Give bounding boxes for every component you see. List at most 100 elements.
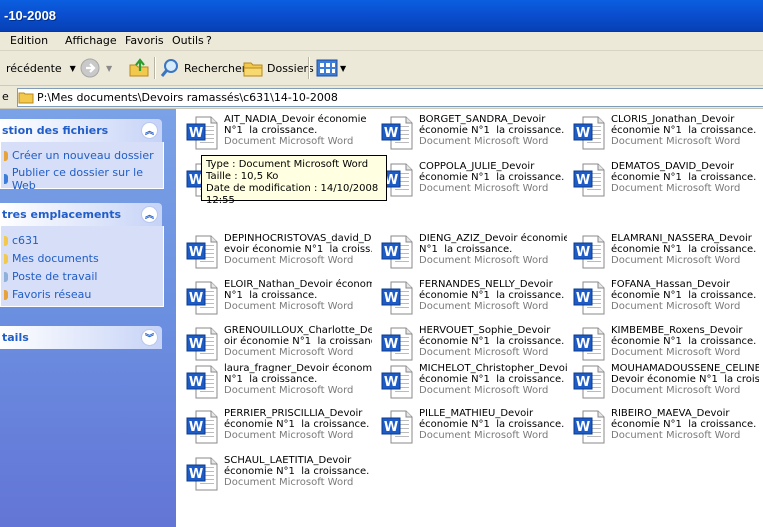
search-button[interactable]: Rechercher xyxy=(160,51,246,85)
network-icon xyxy=(4,289,8,300)
folders-icon xyxy=(243,62,263,77)
file-type: Document Microsoft Word xyxy=(419,347,549,358)
panel-header-details[interactable]: tails ︾ xyxy=(0,326,162,349)
file-item[interactable]: W BORGET_SANDRA_Devoir économie N°1 la cro… xyxy=(371,114,564,158)
back-button[interactable]: récédente ▼ xyxy=(6,51,76,85)
panel-title: stion des fichiers xyxy=(2,124,109,137)
file-type: Document Microsoft Word xyxy=(611,136,741,147)
file-name-line1: HERVOUET_Sophie_Devoir xyxy=(419,325,551,336)
file-item[interactable]: W ELAMRANI_NASSERA_Devoir économie N°1 la … xyxy=(563,233,756,277)
file-item[interactable]: Wlaura_fragner_Devoir économie N°1 la cro… xyxy=(176,363,372,407)
views-dropdown-icon[interactable]: ▼ xyxy=(340,64,346,73)
panel-header-file-tasks[interactable]: stion des fichiers ︽ xyxy=(0,119,162,142)
back-dropdown-icon[interactable]: ▼ xyxy=(70,64,76,73)
file-item[interactable]: W RIBEIRO_MAEVA_Devoir économie N°1 la cro… xyxy=(563,408,756,452)
collapse-chevron-icon[interactable]: ︽ xyxy=(141,206,158,223)
svg-text:W: W xyxy=(189,245,203,260)
file-item[interactable]: W FOFANA_Hassan_Devoir économie N°1 la cro… xyxy=(563,279,756,323)
file-type: Document Microsoft Word xyxy=(224,301,354,312)
tooltip-type: Type : Document Microsoft Word xyxy=(206,159,369,170)
file-name-line2: économie N°1 la croissance. xyxy=(611,336,757,347)
file-tooltip: Type : Document Microsoft Word Taille : … xyxy=(201,155,387,206)
file-item[interactable]: W AIT_NADIA_Devoir économie N°1 la croissa… xyxy=(176,114,367,158)
menu-outils[interactable]: Outils xyxy=(172,34,204,47)
folders-button[interactable]: Dossiers xyxy=(242,51,314,85)
word-document-icon: W xyxy=(186,327,218,361)
link-label: Favoris réseau xyxy=(12,288,92,301)
svg-text:W: W xyxy=(189,420,203,435)
file-item[interactable]: W PILLE_MATHIEU_Devoir économie N°1 la cro… xyxy=(371,408,564,452)
address-field[interactable]: P:\Mes documents\Devoirs ramassés\c631\1… xyxy=(17,88,763,107)
address-bar: e P:\Mes documents\Devoirs ramassés\c631… xyxy=(0,86,763,109)
file-type: Document Microsoft Word xyxy=(419,385,549,396)
file-item[interactable]: W DIENG_AZIZ_Devoir économie N°1 la croiss… xyxy=(371,233,567,277)
file-name-line1: PILLE_MATHIEU_Devoir xyxy=(419,408,534,419)
file-item[interactable]: W PERRIER_PRISCILLIA_Devoir économie N°1 l… xyxy=(176,408,369,452)
file-name-line2: économie N°1 la croissance. xyxy=(611,290,757,301)
file-name-line1: CLORIS_Jonathan_Devoir xyxy=(611,114,735,125)
file-item[interactable]: W MICHELOT_Christopher_Devoir économie N°1… xyxy=(371,363,567,407)
place-c631-link[interactable]: c631 xyxy=(4,234,39,247)
folder-icon xyxy=(18,92,34,104)
tooltip-size: Taille : 10,5 Ko xyxy=(206,171,279,182)
panel-header-other-places[interactable]: tres emplacements ︽ xyxy=(0,203,162,226)
title-bar[interactable]: -10-2008 xyxy=(0,0,763,32)
file-name-line1: FOFANA_Hassan_Devoir xyxy=(611,279,730,290)
file-name-line2: N°1 la croissance. xyxy=(224,374,318,385)
file-name-line2: N°1 la croissance. xyxy=(419,244,513,255)
file-name-line2: evoir économie N°1 la croiss... xyxy=(224,244,372,255)
file-name-line1: DIENG_AZIZ_Devoir économie xyxy=(419,233,567,244)
menu-help[interactable]: ? xyxy=(206,34,212,47)
file-item[interactable]: W DEMATOS_DAVID_Devoir économie N°1 la cro… xyxy=(563,161,756,205)
word-document-icon: W xyxy=(186,410,218,444)
file-item[interactable]: W CLORIS_Jonathan_Devoir économie N°1 la c… xyxy=(563,114,756,158)
file-name-line2: économie N°1 la croissance. xyxy=(419,419,565,430)
svg-text:W: W xyxy=(189,467,203,482)
views-button[interactable]: ▼ xyxy=(316,51,346,85)
search-label: Rechercher xyxy=(184,61,247,75)
menu-edition[interactable]: Edition xyxy=(10,34,48,47)
forward-button[interactable]: ▼ xyxy=(80,51,112,85)
file-type: Document Microsoft Word xyxy=(224,255,354,266)
word-document-icon: W xyxy=(186,365,218,399)
file-name-line1: FERNANDES_NELLY_Devoir xyxy=(419,279,553,290)
menu-affichage[interactable]: Affichage xyxy=(65,34,117,47)
menu-favoris[interactable]: Favoris xyxy=(125,34,164,47)
file-item[interactable]: W COPPOLA_JULIE_Devoir économie N°1 la cro… xyxy=(371,161,564,205)
svg-text:W: W xyxy=(576,420,590,435)
collapse-chevron-icon[interactable]: ︽ xyxy=(141,122,158,139)
file-name-line2: économie N°1 la croissance. xyxy=(224,466,370,477)
file-name-line2: économie N°1 la croissance. xyxy=(419,336,565,347)
svg-text:W: W xyxy=(189,375,203,390)
word-document-icon: W xyxy=(381,116,413,150)
file-item[interactable]: W FERNANDES_NELLY_Devoir économie N°1 la c… xyxy=(371,279,564,323)
word-document-icon: W xyxy=(573,235,605,269)
svg-text:W: W xyxy=(576,173,590,188)
file-name-line1: DEPINHOCRISTOVAS_david_D xyxy=(224,233,372,244)
file-item[interactable]: W ELOIR_Nathan_Devoir économie N°1 la croi… xyxy=(176,279,372,323)
forward-dropdown-icon[interactable]: ▼ xyxy=(106,64,112,73)
panel-title: tails xyxy=(2,331,29,344)
file-name-line1: laura_fragner_Devoir économie xyxy=(224,363,372,374)
file-name-line1: PERRIER_PRISCILLIA_Devoir xyxy=(224,408,363,419)
place-network-link[interactable]: Favoris réseau xyxy=(4,288,91,301)
word-document-icon: W xyxy=(381,410,413,444)
file-item[interactable]: W MOUHAMADOUSSENE_CELINE_ Devoir économie … xyxy=(563,363,759,407)
link-label: Publier ce dossier sur le Web xyxy=(11,166,143,192)
my-documents-icon xyxy=(4,253,8,264)
up-folder-button[interactable] xyxy=(128,51,150,85)
svg-text:W: W xyxy=(189,291,203,306)
file-name-line1: MICHELOT_Christopher_Devoir xyxy=(419,363,567,374)
svg-text:W: W xyxy=(576,245,590,260)
svg-text:W: W xyxy=(384,337,398,352)
file-name-line1: KIMBEMBE_Roxens_Devoir xyxy=(611,325,743,336)
publish-web-link[interactable]: Publier ce dossier sur le Web xyxy=(4,166,163,192)
svg-text:W: W xyxy=(189,337,203,352)
expand-chevron-icon[interactable]: ︾ xyxy=(141,329,158,346)
place-my-computer-link[interactable]: Poste de travail xyxy=(4,270,97,283)
file-item[interactable]: W SCHAUL_LAETITIA_Devoir économie N°1 la c… xyxy=(176,455,369,499)
create-folder-link[interactable]: Créer un nouveau dossier xyxy=(4,149,154,162)
file-item[interactable]: W DEPINHOCRISTOVAS_david_D evoir économie … xyxy=(176,233,372,277)
address-path: P:\Mes documents\Devoirs ramassés\c631\1… xyxy=(37,91,338,104)
place-my-documents-link[interactable]: Mes documents xyxy=(4,252,99,265)
